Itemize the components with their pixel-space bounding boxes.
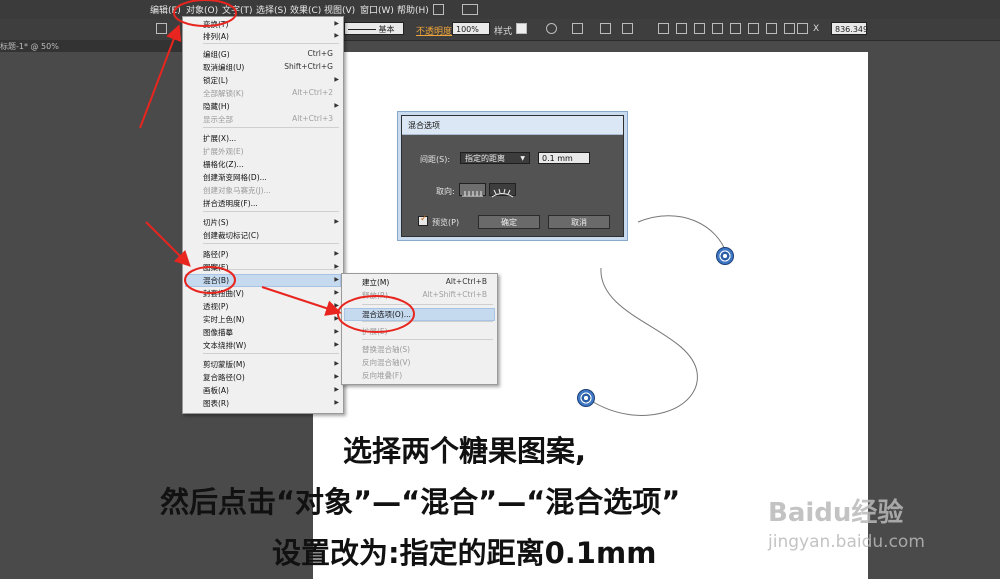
annotation-circle-object-menu [173, 0, 237, 27]
caption-line-2: 然后点击“对象”—“混合”—“混合选项” [160, 485, 681, 519]
caption-line-3: 设置改为:指定的距离0.1mm [272, 536, 657, 570]
baidu-jingyan-watermark: Baidu经验 jingyan.baidu.com [768, 470, 1000, 570]
annotation-arrow-to-blend [145, 221, 191, 267]
watermark-url: jingyan.baidu.com [768, 532, 925, 552]
watermark-brand: Baidu经验 [768, 498, 904, 528]
annotation-arrow-to-blend-options [261, 286, 342, 316]
annotation-circle-blend-options [337, 295, 415, 333]
caption-line-1: 选择两个糖果图案, [343, 434, 587, 468]
annotation-arrow-to-object-menu [139, 24, 182, 129]
annotation-circle-blend [184, 266, 236, 294]
